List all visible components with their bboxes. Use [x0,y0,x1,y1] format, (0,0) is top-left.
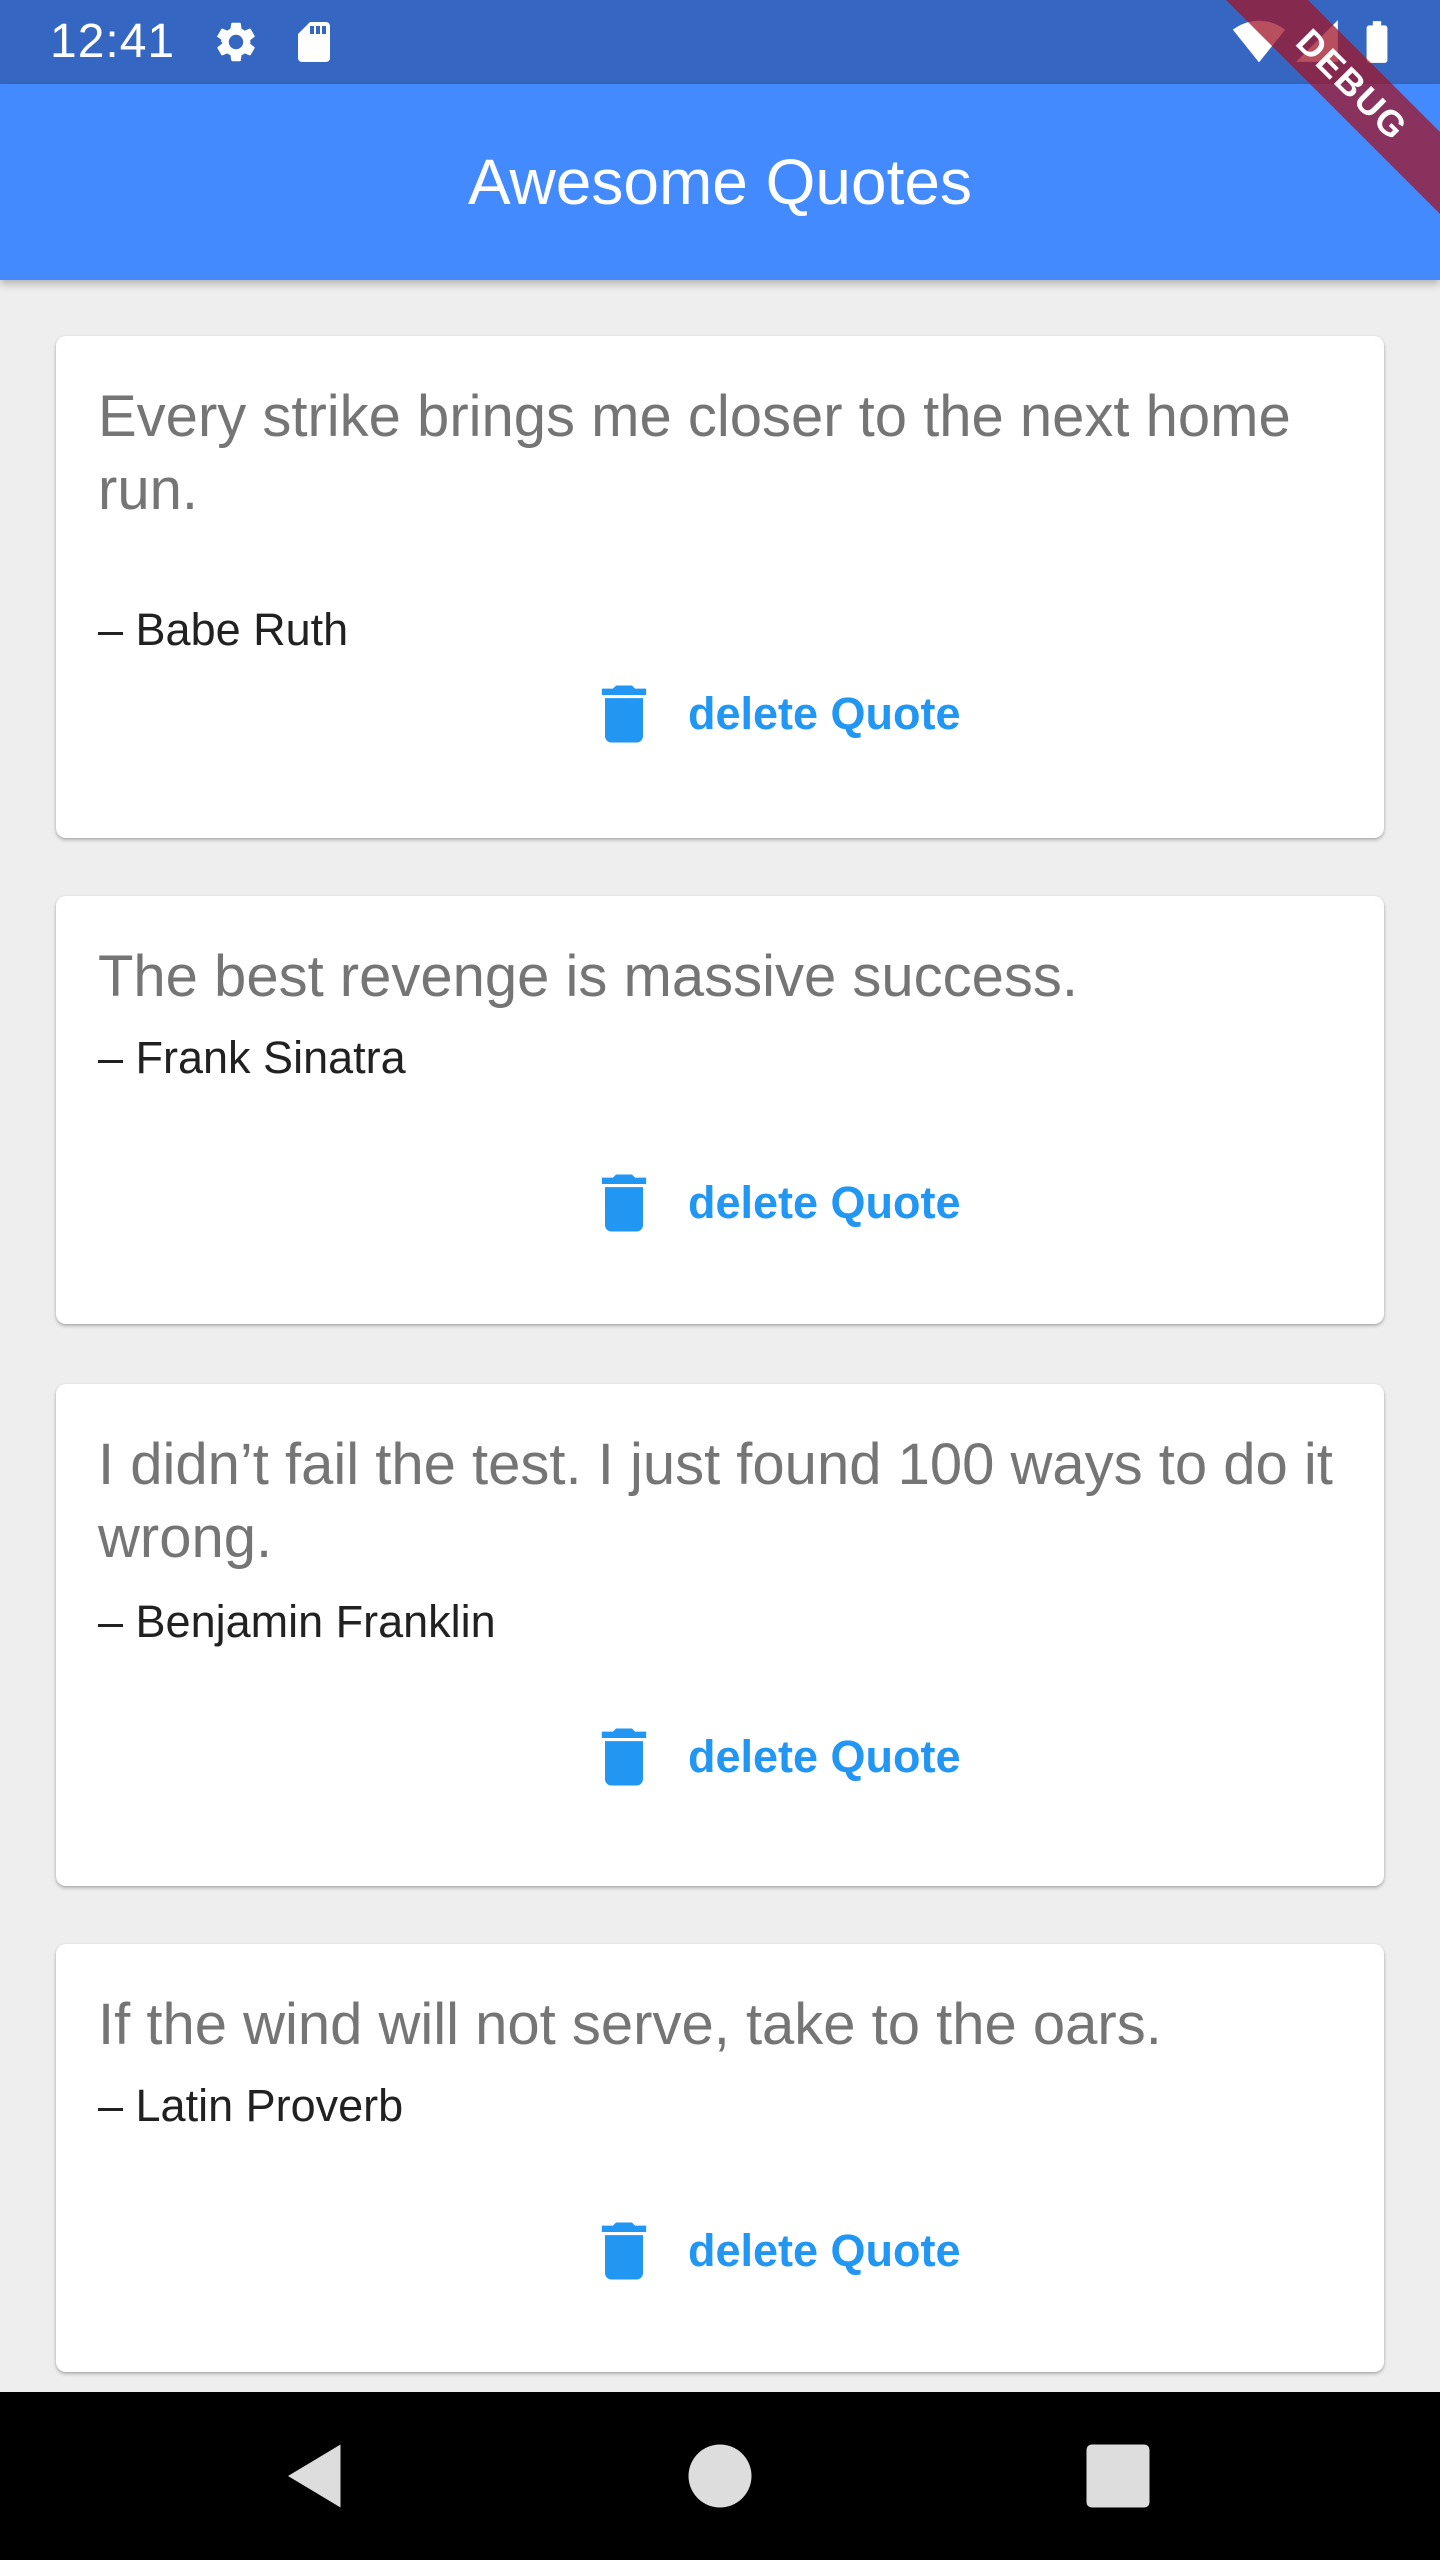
delete-quote-button[interactable]: delete Quote [536,2203,976,2299]
trash-icon [601,1728,647,1786]
status-time: 12:41 [50,15,176,68]
quote-author: – Benjamin Franklin [98,1596,496,1647]
status-bar: 12:41 [0,0,1440,84]
quote-text: The best revenge is massive success. [98,944,1078,1009]
quote-text: If the wind will not serve, take to the … [98,1992,1162,2057]
quote-author: – Babe Ruth [98,604,349,655]
trash-icon [601,2222,647,2280]
delete-quote-label: delete Quote [688,2225,961,2276]
quote-card: The best revenge is massive success. – F… [56,896,1384,1324]
settings-icon [216,22,255,62]
quote-list[interactable]: Every strike brings me closer to the nex… [0,280,1440,2392]
app-bar: Awesome Quotes [0,84,1440,280]
home-icon[interactable] [678,2434,762,2518]
delete-quote-label: delete Quote [688,1731,961,1782]
quote-text: I didn’t fail the test. I just found 100… [98,1432,1333,1570]
quote-author: – Latin Proverb [98,2080,404,2131]
navigation-bar [0,2392,1440,2560]
sd-card-icon [298,22,330,62]
delete-quote-button[interactable]: delete Quote [536,1709,976,1805]
delete-quote-label: delete Quote [688,688,961,739]
quote-card: I didn’t fail the test. I just found 100… [56,1384,1384,1886]
delete-quote-label: delete Quote [688,1177,961,1228]
delete-quote-button[interactable]: delete Quote [536,1155,976,1251]
quote-text: Every strike brings me closer to the nex… [98,384,1291,522]
trash-icon [601,1174,647,1232]
app-title: Awesome Quotes [468,146,972,218]
quote-card: If the wind will not serve, take to the … [56,1944,1384,2372]
quote-card: Every strike brings me closer to the nex… [56,336,1384,838]
back-icon[interactable] [274,2434,358,2518]
trash-icon [601,685,647,743]
delete-quote-button[interactable]: delete Quote [536,666,976,762]
recents-icon[interactable] [1076,2434,1160,2518]
quote-author: – Frank Sinatra [98,1032,406,1083]
